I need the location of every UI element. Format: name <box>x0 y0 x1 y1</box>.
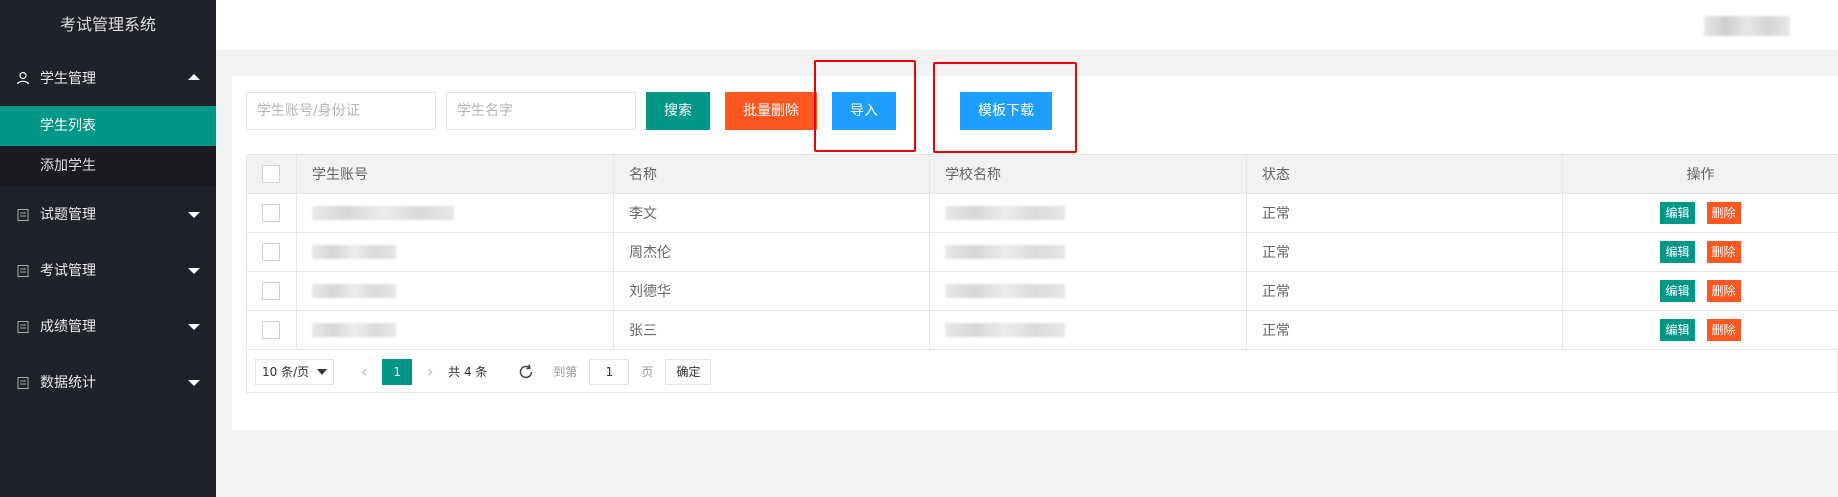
app-title: 考试管理系统 <box>0 0 216 50</box>
sidebar-subnav: 学生列表 添加学生 <box>0 106 216 186</box>
school-redacted <box>945 206 1065 220</box>
sidebar-group-exams[interactable]: 考试管理 <box>0 242 216 298</box>
page-size-value: 10 条/页 <box>262 365 310 379</box>
edit-button[interactable]: 编辑 <box>1660 241 1695 263</box>
student-name: 李文 <box>613 193 930 233</box>
delete-button[interactable]: 删除 <box>1706 319 1741 341</box>
clipboard-icon <box>16 375 30 389</box>
table-row: 刘德华 正常 编辑 删除 <box>246 271 1838 311</box>
caret-down-icon <box>317 368 328 375</box>
sidebar: 考试管理系统 学生管理 学生列表 添加学生 试题管理 考试管理 成绩管理 数据统… <box>0 0 216 497</box>
highlight-box-import <box>814 60 916 152</box>
account-redacted <box>312 245 396 259</box>
chevron-down-icon <box>188 212 200 218</box>
account-redacted <box>312 206 454 220</box>
goto-confirm-button[interactable]: 确定 <box>665 358 712 385</box>
highlight-box-template <box>933 62 1077 153</box>
sidebar-group-students[interactable]: 学生管理 <box>0 50 216 106</box>
column-header: 操作 <box>1562 154 1838 194</box>
select-all-checkbox[interactable] <box>262 165 280 183</box>
delete-button[interactable]: 删除 <box>1706 202 1741 224</box>
total-count: 共 4 条 <box>448 365 488 379</box>
goto-prefix: 到第 <box>553 365 578 379</box>
current-page-button[interactable]: 1 <box>382 358 413 385</box>
sidebar-group-stats[interactable]: 数据统计 <box>0 354 216 410</box>
toolbar: 搜索 批量删除 导入 模板下载 <box>246 92 1052 130</box>
sidebar-item-student-list[interactable]: 学生列表 <box>0 106 216 146</box>
goto-page-input[interactable]: 1 <box>589 358 630 385</box>
goto-suffix: 页 <box>641 365 654 379</box>
clipboard-icon <box>16 319 30 333</box>
school-redacted <box>945 284 1065 298</box>
chevron-down-icon <box>188 268 200 274</box>
user-menu[interactable] <box>1704 16 1790 36</box>
table-row: 周杰伦 正常 编辑 删除 <box>246 232 1838 272</box>
page-size-select[interactable]: 10 条/页 <box>255 358 335 385</box>
student-status: 正常 <box>1246 193 1563 233</box>
row-checkbox[interactable] <box>262 204 280 222</box>
column-header: 状态 <box>1246 154 1563 194</box>
student-table: 学生账号 名称 学校名称 状态 操作 李文 正常 编辑 删除 周杰伦 正常 编辑… <box>246 154 1838 350</box>
pagination: 10 条/页 ‹ 1 › 共 4 条 到第 1 页 确定 <box>246 351 1838 393</box>
top-header <box>216 0 1838 50</box>
batch-delete-button[interactable]: 批量删除 <box>725 92 817 130</box>
sidebar-item-add-student[interactable]: 添加学生 <box>0 146 216 186</box>
sidebar-group-label: 考试管理 <box>40 263 96 279</box>
chevron-down-icon <box>188 324 200 330</box>
sidebar-group-questions[interactable]: 试题管理 <box>0 186 216 242</box>
chevron-down-icon <box>188 380 200 386</box>
table-row: 李文 正常 编辑 删除 <box>246 193 1838 233</box>
column-header: 学生账号 <box>296 154 614 194</box>
account-search-input[interactable] <box>246 92 436 130</box>
account-redacted <box>312 284 396 298</box>
user-icon <box>16 71 30 85</box>
student-status: 正常 <box>1246 310 1563 350</box>
student-status: 正常 <box>1246 271 1563 311</box>
name-search-input[interactable] <box>446 92 636 130</box>
student-name: 周杰伦 <box>613 232 930 272</box>
search-button[interactable]: 搜索 <box>646 92 710 130</box>
edit-button[interactable]: 编辑 <box>1660 280 1695 302</box>
delete-button[interactable]: 删除 <box>1706 280 1741 302</box>
school-redacted <box>945 323 1065 337</box>
edit-button[interactable]: 编辑 <box>1660 202 1695 224</box>
select-all-cell <box>246 154 297 194</box>
row-checkbox[interactable] <box>262 282 280 300</box>
sidebar-group-label: 学生管理 <box>40 71 96 87</box>
clipboard-icon <box>16 263 30 277</box>
table-row: 张三 正常 编辑 删除 <box>246 310 1838 350</box>
row-checkbox[interactable] <box>262 243 280 261</box>
chevron-right-icon[interactable]: › <box>418 362 442 381</box>
sidebar-group-label: 数据统计 <box>40 375 96 391</box>
edit-button[interactable]: 编辑 <box>1660 319 1695 341</box>
sidebar-group-scores[interactable]: 成绩管理 <box>0 298 216 354</box>
table-header-row: 学生账号 名称 学校名称 状态 操作 <box>246 154 1838 194</box>
sidebar-group-label: 成绩管理 <box>40 319 96 335</box>
chevron-left-icon[interactable]: ‹ <box>352 362 376 381</box>
chevron-up-icon <box>188 74 200 80</box>
student-status: 正常 <box>1246 232 1563 272</box>
refresh-icon[interactable] <box>517 363 535 381</box>
account-redacted <box>312 323 396 337</box>
school-redacted <box>945 245 1065 259</box>
student-name: 张三 <box>613 310 930 350</box>
clipboard-icon <box>16 207 30 221</box>
delete-button[interactable]: 删除 <box>1706 241 1741 263</box>
sidebar-group-label: 试题管理 <box>40 207 96 223</box>
column-header: 学校名称 <box>929 154 1247 194</box>
row-checkbox[interactable] <box>262 321 280 339</box>
column-header: 名称 <box>613 154 930 194</box>
student-name: 刘德华 <box>613 271 930 311</box>
